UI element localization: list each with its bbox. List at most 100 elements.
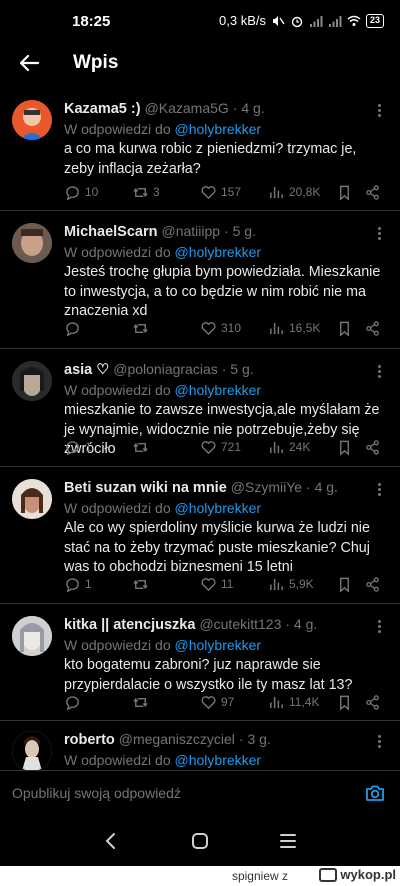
views-button[interactable]: 5,9K bbox=[268, 574, 314, 594]
reply-mention-link[interactable]: @holybrekker bbox=[175, 382, 262, 398]
reply-mention-link[interactable]: @holybrekker bbox=[175, 637, 262, 653]
avatar-image bbox=[12, 100, 52, 140]
share-button[interactable] bbox=[364, 182, 381, 202]
heart-icon bbox=[201, 695, 216, 709]
back-button[interactable] bbox=[14, 48, 44, 78]
reply-context: W odpowiedzi do @holybrekker bbox=[64, 121, 261, 137]
author-name[interactable]: MichaelScarn bbox=[64, 224, 158, 240]
tweet-text: kto bogatemu zabroni? juz naprawde sie p… bbox=[64, 657, 353, 693]
tweet-time: · 4 g. bbox=[232, 100, 265, 116]
bookmark-button[interactable] bbox=[336, 692, 353, 712]
view-count: 5,9K bbox=[289, 577, 314, 591]
share-icon bbox=[366, 320, 379, 336]
reply-prefix: W odpowiedzi do bbox=[64, 244, 171, 260]
like-button[interactable]: 11 bbox=[200, 574, 233, 594]
wykop-logo: wykop.pl bbox=[319, 867, 396, 882]
reply-mention-link[interactable]: @holybrekker bbox=[175, 500, 262, 516]
share-button[interactable] bbox=[364, 437, 381, 457]
reply-tweet[interactable]: Kazama5 :) @Kazama5G · 4 g. W odpowiedzi… bbox=[0, 88, 400, 211]
share-button[interactable] bbox=[364, 318, 381, 338]
reply-tweet[interactable]: Beti suzan wiki na mnie @SzymiiYe · 4 g.… bbox=[0, 467, 400, 604]
more-options-button[interactable] bbox=[372, 732, 386, 750]
reply-button[interactable] bbox=[64, 692, 85, 712]
bookmark-button[interactable] bbox=[336, 182, 353, 202]
reply-prefix: W odpowiedzi do bbox=[64, 500, 171, 516]
app-header: Wpis bbox=[0, 42, 400, 86]
author-name[interactable]: Beti suzan wiki na mnie bbox=[64, 480, 227, 496]
reply-prefix: W odpowiedzi do bbox=[64, 382, 171, 398]
bookmark-icon bbox=[340, 440, 349, 456]
author-handle: @Kazama5G bbox=[144, 100, 229, 116]
retweet-button[interactable]: 3 bbox=[132, 182, 160, 202]
like-button[interactable]: 310 bbox=[200, 318, 241, 338]
nav-recents-button[interactable] bbox=[277, 830, 299, 852]
wykop-watermark: spigniew z wykop.pl bbox=[0, 866, 400, 886]
reply-button[interactable]: 1 bbox=[64, 574, 92, 594]
retweet-button[interactable] bbox=[132, 437, 153, 457]
reply-tweet[interactable]: MichaelScarn @natiiipp · 5 g. W odpowied… bbox=[0, 211, 400, 349]
reply-mention-link[interactable]: @holybrekker bbox=[175, 752, 262, 768]
tweet-header: roberto @meganiszczyciel · 3 g. bbox=[64, 731, 364, 748]
share-button[interactable] bbox=[364, 574, 381, 594]
reply-input[interactable]: Opublikuj swoją odpowiedź bbox=[12, 785, 181, 801]
avatar[interactable] bbox=[12, 100, 52, 140]
avatar[interactable] bbox=[12, 223, 52, 263]
retweet-icon bbox=[133, 442, 148, 452]
watermark-user: spigniew z bbox=[231, 869, 288, 883]
like-button[interactable]: 97 bbox=[200, 692, 234, 712]
retweet-icon bbox=[133, 187, 148, 197]
signal-icon-2 bbox=[328, 15, 342, 27]
reply-mention-link[interactable]: @holybrekker bbox=[175, 121, 262, 137]
views-button[interactable]: 16,5K bbox=[268, 318, 320, 338]
author-handle: @meganiszczyciel bbox=[118, 731, 235, 747]
views-button[interactable]: 20,8K bbox=[268, 182, 320, 202]
author-name[interactable]: kitka || atencjuszka bbox=[64, 617, 195, 633]
views-button[interactable]: 24K bbox=[268, 437, 310, 457]
comment-icon bbox=[66, 440, 79, 455]
more-options-button[interactable] bbox=[372, 362, 386, 380]
analytics-icon bbox=[270, 322, 283, 334]
like-button[interactable]: 157 bbox=[200, 182, 241, 202]
nav-home-button[interactable] bbox=[189, 830, 211, 852]
share-button[interactable] bbox=[364, 692, 381, 712]
bookmark-button[interactable] bbox=[336, 318, 353, 338]
reply-mention-link[interactable]: @holybrekker bbox=[175, 244, 262, 260]
tweet-text: a co ma kurwa robic z pieniedzmi? trzyma… bbox=[64, 141, 357, 177]
retweet-button[interactable] bbox=[132, 574, 153, 594]
author-name[interactable]: asia ♡ bbox=[64, 362, 109, 378]
reply-button[interactable]: 1 bbox=[64, 437, 92, 457]
camera-button[interactable] bbox=[364, 782, 386, 804]
more-options-button[interactable] bbox=[372, 224, 386, 242]
reply-button[interactable]: 10 bbox=[64, 182, 98, 202]
more-options-button[interactable] bbox=[372, 101, 386, 119]
reply-button[interactable] bbox=[64, 318, 85, 338]
bookmark-button[interactable] bbox=[336, 574, 353, 594]
bookmark-icon bbox=[340, 185, 349, 201]
retweet-button[interactable] bbox=[132, 692, 153, 712]
avatar-image bbox=[12, 223, 52, 263]
reply-tweet[interactable]: asia ♡ @poloniagracias · 5 g. W odpowied… bbox=[0, 349, 400, 467]
avatar[interactable] bbox=[12, 479, 52, 519]
author-name[interactable]: Kazama5 :) bbox=[64, 101, 141, 117]
author-name[interactable]: roberto bbox=[64, 732, 115, 748]
wifi-icon bbox=[347, 15, 361, 26]
heart-icon bbox=[201, 440, 216, 454]
like-count: 310 bbox=[221, 321, 242, 335]
tweet-header: asia ♡ @poloniagracias · 5 g. bbox=[64, 361, 364, 378]
retweet-button[interactable] bbox=[132, 318, 153, 338]
reply-tweet[interactable]: roberto @meganiszczyciel · 3 g. W odpowi… bbox=[0, 721, 400, 771]
avatar[interactable] bbox=[12, 361, 52, 401]
nav-back-button[interactable] bbox=[100, 830, 122, 852]
tweet-time: · 4 g. bbox=[285, 616, 318, 632]
avatar[interactable] bbox=[12, 616, 52, 656]
more-options-button[interactable] bbox=[372, 480, 386, 498]
like-count: 157 bbox=[221, 185, 242, 199]
more-options-button[interactable] bbox=[372, 617, 386, 635]
share-icon bbox=[366, 439, 379, 455]
avatar[interactable] bbox=[12, 731, 52, 771]
like-button[interactable]: 721 bbox=[200, 437, 241, 457]
views-button[interactable]: 11,4K bbox=[268, 692, 319, 712]
reply-tweet[interactable]: kitka || atencjuszka @cutekitt123 · 4 g.… bbox=[0, 604, 400, 721]
reply-context: W odpowiedzi do @holybrekker bbox=[64, 752, 261, 768]
bookmark-button[interactable] bbox=[336, 437, 353, 457]
